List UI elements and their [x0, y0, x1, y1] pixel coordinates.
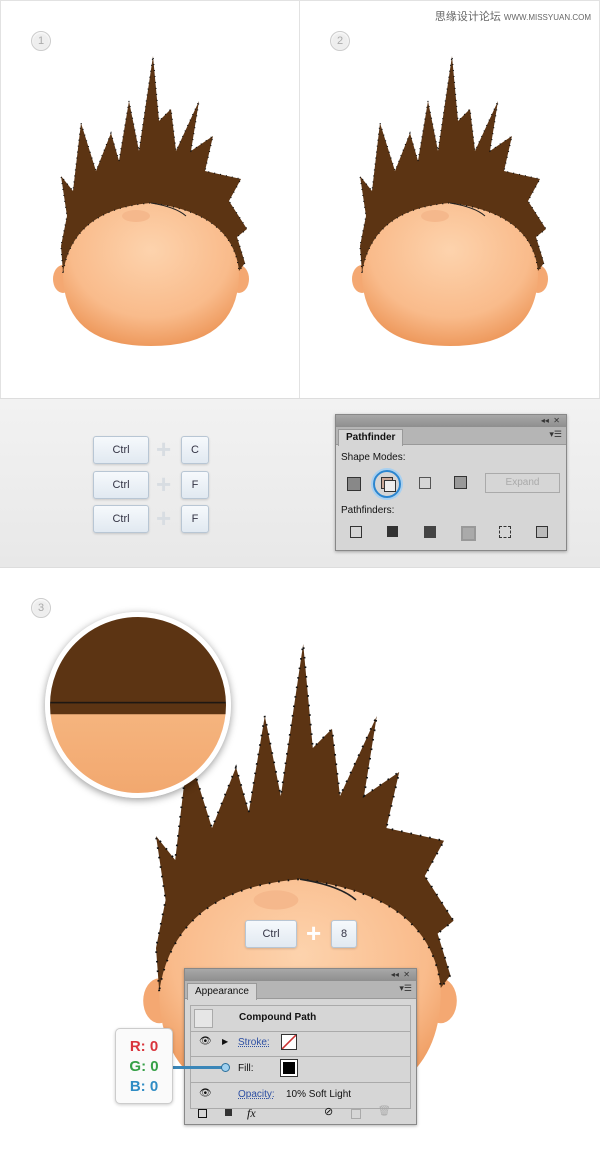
object-row[interactable]: Compound Path — [190, 1005, 411, 1032]
opacity-label[interactable]: Opacity: — [238, 1089, 275, 1100]
f-key: F — [181, 505, 209, 533]
exclude-icon[interactable] — [454, 476, 467, 489]
ctrl-key: Ctrl — [245, 920, 297, 948]
crop-icon[interactable] — [461, 526, 476, 541]
unite-icon[interactable] — [347, 477, 361, 491]
8-key: 8 — [331, 920, 357, 948]
f-key: F — [181, 471, 209, 499]
pathfinders-label: Pathfinders: — [341, 505, 395, 516]
trim-icon[interactable] — [387, 526, 398, 537]
fill-label: Fill: — [238, 1063, 254, 1074]
object-name: Compound Path — [239, 1012, 317, 1023]
minus-front-icon[interactable] — [373, 470, 401, 498]
plus-icon: + — [156, 434, 172, 464]
plus-icon: + — [156, 469, 172, 499]
pathfinder-panel: ◂◂ ✕ Pathfinder ▾☰ Shape Modes: Expand Pa… — [335, 414, 567, 551]
watermark-cn: 思缘设计论坛 — [434, 11, 501, 23]
panel-titlebar[interactable]: ◂◂ ✕ — [336, 415, 566, 427]
stroke-label[interactable]: Stroke: — [238, 1037, 270, 1048]
plus-icon: + — [156, 503, 172, 533]
c-key: C — [181, 436, 209, 464]
step-1-canvas — [0, 0, 300, 399]
fill-swatch-black[interactable] — [280, 1059, 298, 1077]
expand-triangle-icon[interactable]: ▶ — [222, 1037, 228, 1046]
step-badge-2: 2 — [330, 31, 350, 51]
instruction-band: Ctrl + C Ctrl + F Ctrl + F ◂◂ ✕ Pathfind… — [0, 398, 600, 568]
panel-titlebar[interactable]: ◂◂ ✕ — [185, 969, 416, 981]
step-2-canvas: 思缘设计论坛 WWW.MISSYUAN.COM — [299, 0, 600, 399]
tab-pathfinder[interactable]: Pathfinder — [338, 429, 404, 446]
merge-icon[interactable] — [424, 526, 436, 538]
panel-menu-icon[interactable]: ▾☰ — [399, 983, 412, 994]
rgb-callout: R: 0 G: 0 B: 0 — [115, 1028, 173, 1104]
connector-dot — [221, 1063, 230, 1072]
outline-icon[interactable] — [499, 526, 511, 538]
shape-modes-label: Shape Modes: — [341, 452, 406, 463]
rgb-g: G: 0 — [129, 1058, 159, 1075]
watermark: 思缘设计论坛 WWW.MISSYUAN.COM — [435, 8, 591, 24]
stroke-row[interactable]: 👁 ▶ Stroke: — [190, 1031, 411, 1057]
duplicate-item-icon[interactable] — [351, 1109, 361, 1119]
appearance-panel: ◂◂ ✕ Appearance ▾☰ Compound Path 👁 ▶ Stroke… — [184, 968, 417, 1125]
expand-button[interactable]: Expand — [485, 473, 560, 493]
character-head-1 — [52, 55, 250, 347]
tab-appearance[interactable]: Appearance — [187, 983, 257, 1000]
divide-icon[interactable] — [350, 526, 362, 538]
ctrl-key: Ctrl — [93, 505, 149, 533]
visibility-eye-icon[interactable]: 👁 — [199, 1088, 212, 1099]
plus-icon: + — [306, 918, 322, 948]
add-stroke-icon[interactable] — [198, 1109, 207, 1118]
ctrl-key: Ctrl — [93, 436, 149, 464]
ctrl-key: Ctrl — [93, 471, 149, 499]
clear-appearance-icon[interactable]: ⊘ — [324, 1105, 333, 1118]
minus-back-icon[interactable] — [536, 526, 548, 538]
watermark-url: WWW.MISSYUAN.COM — [503, 13, 591, 22]
rgb-b: B: 0 — [129, 1078, 159, 1095]
intersect-icon[interactable] — [419, 477, 431, 489]
panel-menu-icon[interactable]: ▾☰ — [549, 429, 562, 440]
visibility-eye-icon[interactable]: 👁 — [199, 1036, 212, 1047]
step-badge-1: 1 — [31, 31, 51, 51]
step-3-canvas: Ctrl + 8 ◂◂ ✕ Appearance ▾☰ Compound Path… — [0, 566, 600, 1155]
stroke-swatch-none[interactable] — [281, 1034, 297, 1050]
object-thumbnail — [194, 1009, 213, 1028]
add-fill-icon[interactable] — [225, 1109, 232, 1116]
step-badge-3: 3 — [31, 598, 51, 618]
character-head-2 — [351, 55, 549, 347]
connector-line — [172, 1066, 224, 1069]
rgb-r: R: 0 — [129, 1038, 159, 1055]
fx-icon[interactable]: fx — [247, 1106, 256, 1121]
opacity-value: 10% Soft Light — [286, 1089, 352, 1100]
zoom-magnifier — [45, 612, 231, 798]
delete-item-icon[interactable]: 🗑 — [378, 1106, 391, 1117]
